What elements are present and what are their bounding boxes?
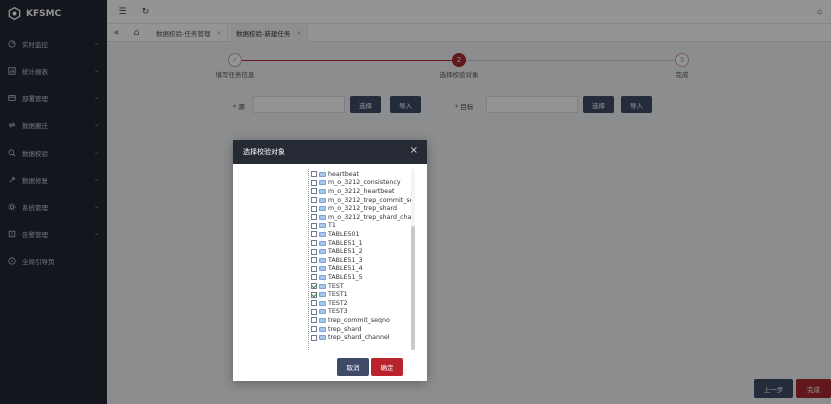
checkbox-checked[interactable] [311, 283, 317, 290]
tree-item-label: trep_shard [328, 325, 362, 333]
tree-item-label: TEST3 [328, 308, 348, 316]
object-tree: heartbeat m_o_3212_consistency m_o_3212_he… [305, 169, 413, 350]
checkbox[interactable] [311, 240, 317, 247]
folder-icon [319, 249, 326, 255]
tree-item[interactable]: T1 [311, 222, 336, 231]
tree-item-label: m_o_3212_trep_shard_char [328, 213, 413, 221]
checkbox-checked[interactable] [311, 291, 317, 298]
tree-item[interactable]: TEST [311, 282, 344, 291]
checkbox[interactable] [311, 205, 317, 212]
tree-item-label: m_o_3212_heartbeat [328, 187, 395, 195]
tree-item-label: TABLE51_5 [328, 273, 363, 281]
tree-item-label: TABLE51_4 [328, 265, 363, 273]
folder-icon [319, 309, 326, 315]
checkbox[interactable] [311, 214, 317, 221]
tree-item-label: TEST2 [328, 299, 348, 307]
tree-item-label: T1 [328, 222, 336, 230]
tree-item[interactable]: TABLE51_5 [311, 273, 363, 282]
folder-icon [319, 214, 326, 220]
tree-item[interactable]: TEST1 [311, 290, 348, 299]
select-object-dialog: 选择校验对象 × heartbeat m_o_3212_consistency m_… [233, 140, 427, 381]
folder-icon [319, 292, 326, 298]
tree-item[interactable]: trep_shard [311, 325, 362, 334]
folder-icon [319, 188, 326, 194]
checkbox[interactable] [311, 257, 317, 264]
folder-icon [319, 300, 326, 306]
tree-item-label: TABLE501 [328, 230, 360, 238]
tree-item-label: trep_shard_channel [328, 334, 390, 342]
folder-icon [319, 206, 326, 212]
tree-item-label: TEST [328, 282, 344, 290]
tree-item-label: m_o_3212_consistency [328, 179, 401, 187]
tree-item-label: trep_commit_seqno [328, 316, 390, 324]
confirm-button[interactable]: 确定 [371, 358, 403, 376]
tree-item[interactable]: TABLE51_3 [311, 256, 363, 265]
checkbox[interactable] [311, 326, 317, 333]
tree-item-label: TABLE51_1 [328, 239, 363, 247]
folder-icon [319, 171, 326, 177]
tree-item[interactable]: trep_commit_seqno [311, 316, 390, 325]
checkbox[interactable] [311, 231, 317, 238]
checkbox[interactable] [311, 265, 317, 272]
dialog-header: 选择校验对象 × [233, 140, 427, 164]
checkbox[interactable] [311, 171, 317, 178]
folder-icon [319, 257, 326, 263]
checkbox[interactable] [311, 334, 317, 341]
tree-item[interactable]: m_o_3212_trep_shard [311, 204, 397, 213]
tree-item[interactable]: m_o_3212_consistency [311, 179, 401, 188]
tree-item[interactable]: TABLE51_4 [311, 265, 363, 274]
folder-icon [319, 274, 326, 280]
checkbox[interactable] [311, 197, 317, 204]
checkbox[interactable] [311, 300, 317, 307]
tree-item-label: m_o_3212_trep_commit_se [328, 196, 413, 204]
tree-item[interactable]: TABLE51_2 [311, 247, 363, 256]
folder-icon [319, 223, 326, 229]
scrollbar-thumb[interactable] [411, 226, 415, 350]
folder-icon [319, 317, 326, 323]
tree-item[interactable]: m_o_3212_trep_commit_se [311, 196, 413, 205]
folder-icon [319, 231, 326, 237]
folder-icon [319, 180, 326, 186]
tree-item-label: TABLE51_3 [328, 256, 363, 264]
folder-icon [319, 197, 326, 203]
cancel-button[interactable]: 取消 [337, 358, 369, 376]
tree-item-label: heartbeat [328, 170, 359, 178]
checkbox[interactable] [311, 222, 317, 229]
folder-icon [319, 283, 326, 289]
tree-item[interactable]: TEST2 [311, 299, 348, 308]
tree-item[interactable]: m_o_3212_trep_shard_char [311, 213, 413, 222]
tree-item[interactable]: TABLE501 [311, 230, 360, 239]
checkbox[interactable] [311, 274, 317, 281]
tree-item-label: m_o_3212_trep_shard [328, 205, 398, 213]
tree-item[interactable]: m_o_3212_heartbeat [311, 187, 394, 196]
tree-item[interactable]: heartbeat [311, 170, 359, 179]
tree-item[interactable]: TABLE51_1 [311, 239, 363, 248]
checkbox[interactable] [311, 188, 317, 195]
tree-item[interactable]: TEST3 [311, 308, 348, 317]
folder-icon [319, 266, 326, 272]
tree-item-label: TEST1 [328, 291, 348, 299]
folder-icon [319, 240, 326, 246]
tree-guide-line [308, 169, 309, 350]
checkbox[interactable] [311, 179, 317, 186]
folder-icon [319, 335, 326, 341]
folder-icon [319, 326, 326, 332]
checkbox[interactable] [311, 248, 317, 255]
dialog-title: 选择校验对象 [243, 148, 285, 156]
close-icon[interactable]: × [410, 146, 418, 156]
tree-item[interactable]: trep_shard_channel [311, 333, 390, 342]
checkbox[interactable] [311, 317, 317, 324]
tree-item-label: TABLE51_2 [328, 248, 363, 256]
checkbox[interactable] [311, 308, 317, 315]
